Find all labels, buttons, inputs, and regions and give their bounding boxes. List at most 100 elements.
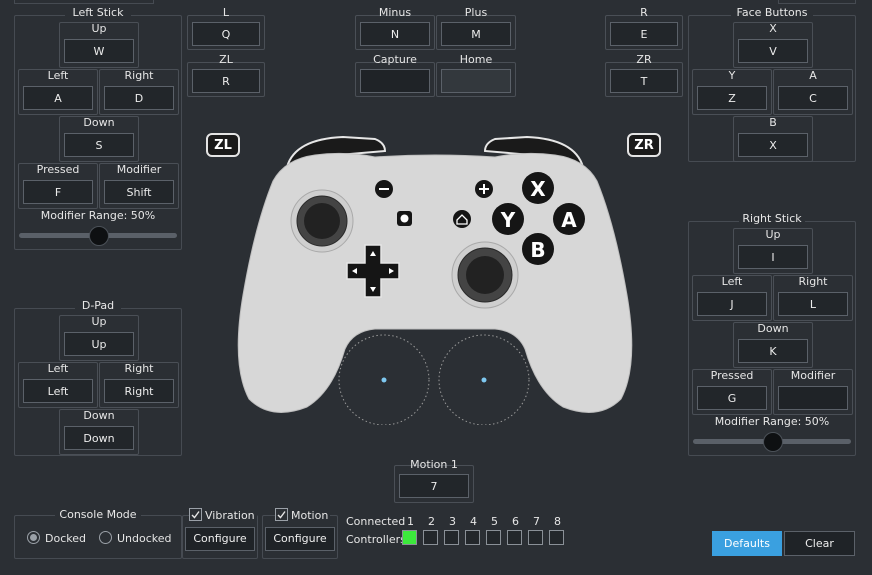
left-stick-modifier-button[interactable]: Shift [104, 180, 174, 204]
right-stick-right-label: Right [798, 275, 828, 288]
l-button[interactable]: Q [192, 22, 260, 46]
controller-7-checkbox[interactable] [528, 530, 543, 545]
undocked-radio[interactable]: Undocked [99, 531, 172, 545]
left-stick-down-button[interactable]: S [64, 133, 134, 157]
svg-text:X: X [530, 177, 546, 201]
r-button[interactable]: E [610, 22, 678, 46]
left-stick-group: Left Stick Up W Left A Right D Down S Pr… [14, 7, 182, 250]
dpad-down-label: Down [83, 409, 115, 422]
left-stick-pressed: Pressed F [18, 163, 98, 209]
home-label: Home [459, 53, 493, 66]
controller-1-checkbox[interactable] [402, 530, 417, 545]
face-x-button[interactable]: V [738, 39, 808, 63]
home-button[interactable] [441, 69, 511, 93]
left-stick-modifier: Modifier Shift [99, 163, 179, 209]
vibration-group: Vibration Configure [182, 508, 258, 559]
zl-button[interactable]: R [192, 69, 260, 93]
home-icon [453, 210, 471, 228]
vibration-configure-button[interactable]: Configure [185, 527, 255, 551]
face-y-button[interactable]: Z [697, 86, 767, 110]
svg-text:Y: Y [500, 208, 516, 232]
right-stick-title: Right Stick [739, 213, 805, 225]
motion-label: Motion 1 [410, 458, 458, 471]
zr-binding: ZR T [605, 53, 683, 97]
motion-button[interactable]: 7 [399, 474, 469, 498]
top-partial-right [778, 0, 856, 4]
controller-6-checkbox[interactable] [507, 530, 522, 545]
dpad-left-button[interactable]: Left [23, 379, 93, 403]
r-label: R [640, 6, 648, 19]
left-stick-left-button[interactable]: A [23, 86, 93, 110]
zr-label: ZR [636, 53, 652, 66]
capture-label: Capture [373, 53, 417, 66]
motion-check-icon[interactable] [275, 508, 288, 521]
controller-number-1: 1 [407, 515, 414, 528]
zl-label: ZL [219, 53, 233, 66]
right-stick-down-label: Down [757, 322, 789, 335]
controllers-label: Controllers [346, 533, 406, 546]
right-stick-group: Right Stick Up I Left J Right L Down K P… [688, 213, 856, 456]
left-stick-title: Left Stick [65, 7, 131, 19]
dpad-down-button[interactable]: Down [64, 426, 134, 450]
left-stick-cap-icon [304, 203, 340, 239]
left-stick-range-slider[interactable] [89, 226, 109, 246]
left-stick-up: Up W [59, 22, 139, 68]
face-a: A C [773, 69, 853, 115]
dpad-up-button[interactable]: Up [64, 332, 134, 356]
defaults-button[interactable]: Defaults [712, 531, 782, 556]
right-stick-left-button[interactable]: J [697, 292, 767, 316]
controller-number-3: 3 [449, 515, 456, 528]
right-stick-modifier-button[interactable] [778, 386, 848, 410]
right-stick-up-button[interactable]: I [738, 245, 808, 269]
right-stick-modifier: Modifier [773, 369, 853, 415]
clear-button[interactable]: Clear [784, 531, 855, 556]
undocked-radio-icon[interactable] [99, 531, 112, 544]
console-mode-title: Console Mode [55, 509, 141, 521]
right-stick-modifier-label: Modifier [790, 369, 836, 382]
right-stick-up-label: Up [765, 228, 781, 241]
motion-configure-button[interactable]: Configure [265, 527, 335, 551]
face-b-button[interactable]: X [738, 133, 808, 157]
motion-checkbox[interactable]: Motion [275, 508, 331, 522]
capture-button[interactable] [360, 69, 430, 93]
face-a-button[interactable]: C [778, 86, 848, 110]
right-stick-down-button[interactable]: K [738, 339, 808, 363]
controller-number-4: 4 [470, 515, 477, 528]
minus-label: Minus [378, 6, 412, 19]
right-stick-range-slider[interactable] [763, 432, 783, 452]
connected-label: Connected [346, 515, 406, 528]
dpad-right-button[interactable]: Right [104, 379, 174, 403]
right-stick-right-button[interactable]: L [778, 292, 848, 316]
undocked-label: Undocked [117, 532, 172, 545]
docked-label: Docked [45, 532, 86, 545]
docked-radio[interactable]: Docked [27, 531, 86, 545]
vibration-checkbox[interactable]: Vibration [189, 508, 257, 522]
svg-text:B: B [530, 238, 545, 262]
vibration-check-icon[interactable] [189, 508, 202, 521]
svg-text:A: A [561, 208, 577, 232]
minus-button[interactable]: N [360, 22, 430, 46]
left-stick-up-button[interactable]: W [64, 39, 134, 63]
left-stick-right-button[interactable]: D [104, 86, 174, 110]
controller-3-checkbox[interactable] [444, 530, 459, 545]
motion-binding: Motion 1 7 [394, 458, 474, 503]
controller-2-checkbox[interactable] [423, 530, 438, 545]
controller-4-checkbox[interactable] [465, 530, 480, 545]
console-mode-group: Console Mode Docked Undocked [14, 509, 182, 559]
dpad-up: Up Up [59, 315, 139, 361]
dpad-group: D-Pad Up Up Left Left Right Right Down D… [14, 300, 182, 456]
plus-button[interactable]: M [441, 22, 511, 46]
left-stick-pressed-button[interactable]: F [23, 180, 93, 204]
motion-toggle-label: Motion [291, 509, 329, 522]
zr-button[interactable]: T [610, 69, 678, 93]
controller-5-checkbox[interactable] [486, 530, 501, 545]
docked-radio-icon[interactable] [27, 531, 40, 544]
minus-binding: Minus N [355, 6, 435, 50]
right-stick-left-label: Left [721, 275, 743, 288]
vibration-label: Vibration [205, 509, 255, 522]
left-stick-down: Down S [59, 116, 139, 162]
right-stick-pressed-button[interactable]: G [697, 386, 767, 410]
controller-8-checkbox[interactable] [549, 530, 564, 545]
plus-label: Plus [464, 6, 488, 19]
controller-number-5: 5 [491, 515, 498, 528]
